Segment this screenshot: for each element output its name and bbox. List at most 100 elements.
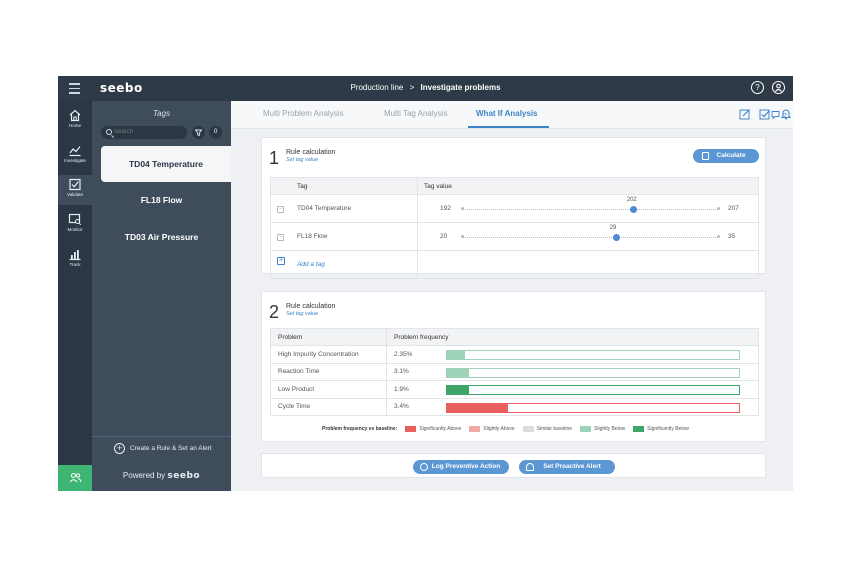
legend-label: Slightly Below	[594, 426, 626, 432]
nav-monitor[interactable]: Monitor	[58, 210, 92, 240]
calculate-button[interactable]: Calculate	[693, 149, 759, 163]
nav-track[interactable]: Track	[58, 245, 92, 275]
row-checkbox[interactable]: –	[277, 206, 284, 213]
add-tag-label: Add a tag	[297, 261, 325, 268]
frequency-bar	[446, 367, 740, 378]
user-icon[interactable]	[772, 81, 785, 94]
step-number-1: 1	[269, 148, 280, 168]
tag-name-cell: – TD04 Temperature	[270, 194, 418, 223]
panel-divider	[92, 436, 231, 437]
slider-value: 29	[609, 225, 617, 231]
create-rule-label: Create a Rule & Set an Alert	[130, 445, 212, 452]
frequency-bar	[446, 402, 740, 413]
tag-value-slider[interactable]: 192 202 207	[417, 194, 759, 223]
slider-track[interactable]	[462, 237, 718, 238]
tag-value-slider[interactable]: 20 29 35	[417, 222, 759, 251]
table-row: High Impurity Concentration 2.35%	[270, 345, 759, 364]
tab-multi-problem[interactable]: Multi Problem Analysis	[263, 109, 343, 118]
frequency-value: 3.4%	[394, 403, 409, 411]
col-problem: Problem	[270, 328, 387, 346]
app-window: seebo Production line > Investigate prob…	[58, 76, 793, 491]
slider-track[interactable]	[462, 209, 718, 210]
table-row: – TD04 Temperature 192 202 207	[270, 194, 759, 223]
calculate-label: Calculate	[716, 152, 746, 159]
slider-start-dot	[461, 235, 464, 238]
nav-home-label: Home	[68, 123, 81, 128]
table-row: – FL18 Flow 20 29 35	[270, 222, 759, 251]
frequency-bar-fill	[447, 351, 465, 359]
comments-count[interactable]: 2	[771, 110, 787, 120]
tags-title: Tags	[152, 109, 171, 118]
tag-name: FL18 Flow	[297, 233, 328, 240]
legend-swatch	[633, 426, 645, 432]
card1-subtitle: Set tag value	[286, 157, 319, 163]
frequency-bar	[446, 385, 740, 395]
nav-rail: Home Investigate Validate Monitor Track	[58, 101, 92, 491]
tab-multi-tag[interactable]: Multi Tag Analysis	[384, 109, 447, 118]
slider-end-dot	[717, 235, 720, 238]
nav-home[interactable]: Home	[58, 106, 92, 136]
frequency-cell: 2.35%	[386, 345, 759, 364]
set-proactive-alert-button[interactable]: Set Proactive Alert	[519, 460, 615, 474]
help-icon[interactable]: ?	[751, 81, 764, 94]
card2-subtitle: Set tag value	[286, 311, 319, 317]
nav-validate[interactable]: Validate	[58, 175, 92, 205]
add-tag-button[interactable]: + Add a tag	[270, 250, 418, 279]
empty-cell	[417, 250, 759, 279]
legend-item: Slightly Above	[469, 426, 515, 432]
table-row: Low Product 1.9%	[270, 380, 759, 399]
home-icon	[69, 109, 81, 122]
filter-button[interactable]	[192, 126, 205, 139]
frequency-cell: 3.4%	[386, 397, 759, 416]
slider-knob[interactable]	[629, 206, 637, 213]
tag-item-td04[interactable]: TD04 Temperature	[101, 146, 231, 182]
legend-swatch	[469, 426, 481, 432]
top-bar: seebo Production line > Investigate prob…	[58, 76, 793, 101]
legend-item: Significantly Above	[405, 426, 461, 432]
log-action-label: Log Preventive Action	[431, 463, 501, 470]
legend-item: Slightly Below	[580, 426, 625, 432]
row-checkbox[interactable]: –	[277, 234, 284, 241]
slider-max: 35	[728, 233, 736, 240]
breadcrumb-separator: >	[409, 83, 415, 92]
legend-swatch	[580, 426, 592, 432]
baseline-legend: Problem frequency vs baseline: Significa…	[322, 426, 689, 432]
create-rule-button[interactable]: + Create a Rule & Set an Alert	[114, 443, 212, 454]
edit-icon[interactable]	[739, 108, 751, 120]
filter-icon	[194, 129, 203, 137]
tag-name-cell: – FL18 Flow	[270, 222, 418, 251]
calculator-icon	[702, 152, 709, 160]
problem-table-header: Problem Problem frequency	[270, 328, 759, 346]
tag-name: TD04 Temperature	[297, 205, 352, 212]
people-icon	[69, 472, 81, 483]
log-preventive-action-button[interactable]: Log Preventive Action	[413, 460, 509, 474]
tag-item-fl18[interactable]: FL18 Flow	[92, 182, 231, 218]
frequency-bar-fill	[447, 403, 509, 412]
nav-investigate[interactable]: Investigate	[58, 141, 92, 171]
legend-label: Significantly Above	[419, 426, 462, 432]
legend-label: Significantly Below	[647, 426, 689, 432]
frequency-value: 3.1%	[394, 368, 409, 376]
action-bar: Log Preventive Action Set Proactive Aler…	[261, 453, 766, 478]
tab-what-if[interactable]: What If Analysis	[476, 109, 538, 118]
filter-count-badge: 0	[209, 126, 222, 139]
frequency-bar-fill	[447, 386, 469, 394]
breadcrumb-parent[interactable]: Production line	[350, 83, 403, 92]
frequency-bar-fill	[447, 368, 469, 377]
set-alert-label: Set Proactive Alert	[543, 463, 601, 470]
slider-end-dot	[717, 207, 720, 210]
slider-min: 20	[440, 233, 448, 240]
slider-start-dot	[461, 207, 464, 210]
plus-circle-icon: +	[114, 443, 125, 454]
check-square-icon[interactable]	[759, 108, 771, 120]
tags-panel: Tags 0 TD04 Temperature FL18 Flow TD03 A…	[92, 101, 231, 491]
problem-frequency-table: Problem Problem frequency High Impurity …	[270, 328, 759, 416]
frequency-bar	[446, 350, 740, 360]
powered-prefix: Powered by	[122, 471, 166, 480]
legend-swatch	[405, 426, 417, 432]
slider-knob[interactable]	[612, 234, 620, 241]
slider-value: 202	[626, 197, 637, 203]
tag-item-td03[interactable]: TD03 Air Pressure	[92, 219, 231, 255]
team-button[interactable]	[58, 465, 92, 491]
col-tag-value: Tag value	[417, 177, 759, 195]
